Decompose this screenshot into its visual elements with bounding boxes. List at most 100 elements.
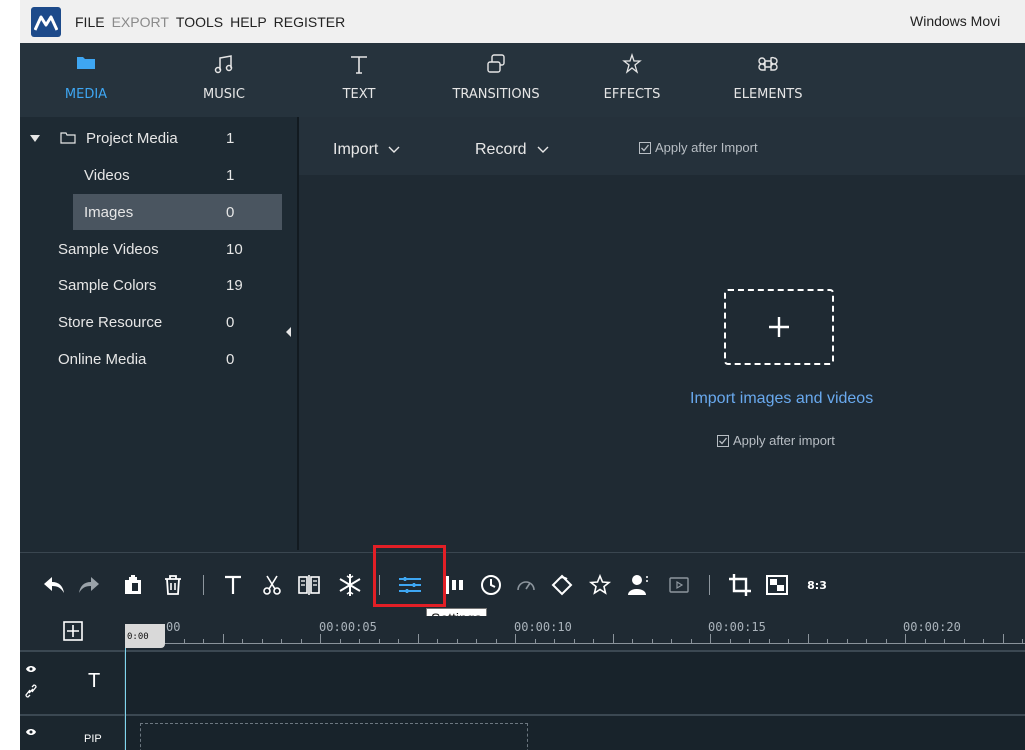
record-dropdown[interactable]: Record [475,141,549,159]
playhead-line[interactable] [125,648,126,750]
timeline-ruler[interactable]: 00 00:00:05 00:00:10 00:00:15 00:00:20 [20,616,1025,650]
tree-project-label: Project Media [86,129,178,147]
duration-button[interactable] [477,571,505,599]
cut-icon [263,575,281,595]
effects-icon [622,53,642,74]
menu-tools[interactable]: TOOLS [176,14,223,30]
tree-item-label: Sample Videos [58,240,159,258]
edit-toolbar: 8:3 [20,552,1025,616]
ruler-tick [749,639,750,644]
preview-icon [669,577,689,593]
apply-after-import-checkbox-top[interactable]: Apply after Import [639,140,758,155]
undo-button[interactable] [40,571,68,599]
delete-button[interactable] [159,571,187,599]
tree-item-store-resource[interactable]: Store Resource 0 [20,304,297,340]
freeze-icon [339,574,361,596]
import-media-link[interactable]: Import images and videos [690,390,873,408]
folder-icon [77,57,95,69]
ruler-tick [437,639,438,644]
ruler-tick [983,639,984,644]
tab-elements[interactable]: ELEMENTS [728,43,808,117]
eye-icon[interactable] [25,728,37,736]
ruler-tick [729,639,731,644]
cut-button[interactable] [258,571,286,599]
chevron-down-icon [388,146,400,153]
tree-item-label: Store Resource [58,313,163,331]
menu-export[interactable]: EXPORT [112,14,169,30]
tab-transitions-label: TRANSITIONS [452,87,540,102]
redo-button[interactable] [75,571,103,599]
tree-item-videos[interactable]: Videos 1 [20,157,297,193]
ruler-tick [788,639,789,644]
ruler-tick [827,639,828,644]
text-track[interactable]: T [20,652,1025,714]
tree-item-online-media[interactable]: Online Media 0 [20,341,297,377]
aspect-icon: 8:3 [807,578,827,592]
menu-register[interactable]: REGISTER [274,14,346,30]
menu-file[interactable]: FILE [75,14,105,30]
record-dropdown-label: Record [475,141,527,158]
add-track-button[interactable] [62,620,84,646]
rotate-button[interactable] [548,571,576,599]
category-toolbar: MEDIA MUSIC TEXT TRANSITIONS EFFECTS ELE… [20,43,1025,117]
tab-media[interactable]: MEDIA [56,43,116,117]
tree-item-sample-colors[interactable]: Sample Colors 19 [20,267,297,303]
split-button[interactable] [295,571,323,599]
media-tree-panel: Project Media 1 Videos 1 Images 0 Sample… [20,117,297,550]
favorite-button[interactable] [586,571,614,599]
ruler-tick [339,639,341,644]
collapse-panel-arrow-icon[interactable] [286,327,291,337]
person-detect-button[interactable] [624,571,652,599]
apply-after-import-checkbox[interactable]: Apply after import [717,433,835,448]
tree-item-count: 1 [226,166,235,184]
expand-triangle-icon[interactable] [30,135,40,142]
folder-outline-icon [60,132,76,144]
redo-icon [79,577,99,593]
ruler-tick [222,634,224,644]
ruler-tick [476,639,477,644]
tree-item-sample-videos[interactable]: Sample Videos 10 [20,231,297,267]
crop-button[interactable] [726,571,754,599]
app-logo-icon [31,6,61,37]
tree-item-count: 0 [226,350,235,368]
playhead-handle[interactable]: 0:00 [125,624,165,648]
pip-button[interactable] [763,571,791,599]
ruler-tick [183,639,185,644]
tab-music[interactable]: MUSIC [194,43,254,117]
tab-effects[interactable]: EFFECTS [602,43,662,117]
menu-help[interactable]: HELP [230,14,267,30]
speed-button[interactable] [512,571,540,599]
link-icon[interactable] [25,684,37,698]
pip-drop-zone[interactable] [140,723,528,750]
freeze-frame-button[interactable] [336,571,364,599]
tab-music-label: MUSIC [203,87,245,102]
eye-icon[interactable] [25,665,37,673]
tab-transitions[interactable]: TRANSITIONS [452,43,540,117]
split-icon [298,575,320,595]
checkbox-checked-icon [717,434,729,447]
tab-text[interactable]: TEXT [329,43,389,117]
text-tool-button[interactable] [219,571,247,599]
paste-button[interactable] [119,571,147,599]
transitions-icon [487,54,505,73]
ruler-tick [807,634,809,644]
tree-item-count: 0 [226,313,235,331]
ruler-timecode: 00:00:20 [903,620,961,634]
add-media-button[interactable] [724,289,834,365]
chevron-down-icon [537,146,549,153]
ruler-timecode: 00:00:15 [708,620,766,634]
ruler-tick [885,639,887,644]
ruler-tick [398,639,399,644]
preview-button[interactable] [665,571,693,599]
ruler-tick [359,639,360,644]
ruler-tick [1002,634,1004,644]
ruler-tick [495,639,497,644]
aspect-ratio-button[interactable]: 8:3 [797,571,837,599]
ruler-timecode-start: 00 [166,620,181,634]
ruler-tick [768,639,770,644]
tree-item-images[interactable]: Images 0 [73,194,282,230]
tree-project-media[interactable]: Project Media 1 [20,120,297,156]
ruler-baseline [125,643,1025,644]
rotate-icon [551,574,573,596]
import-dropdown[interactable]: Import [333,141,400,159]
